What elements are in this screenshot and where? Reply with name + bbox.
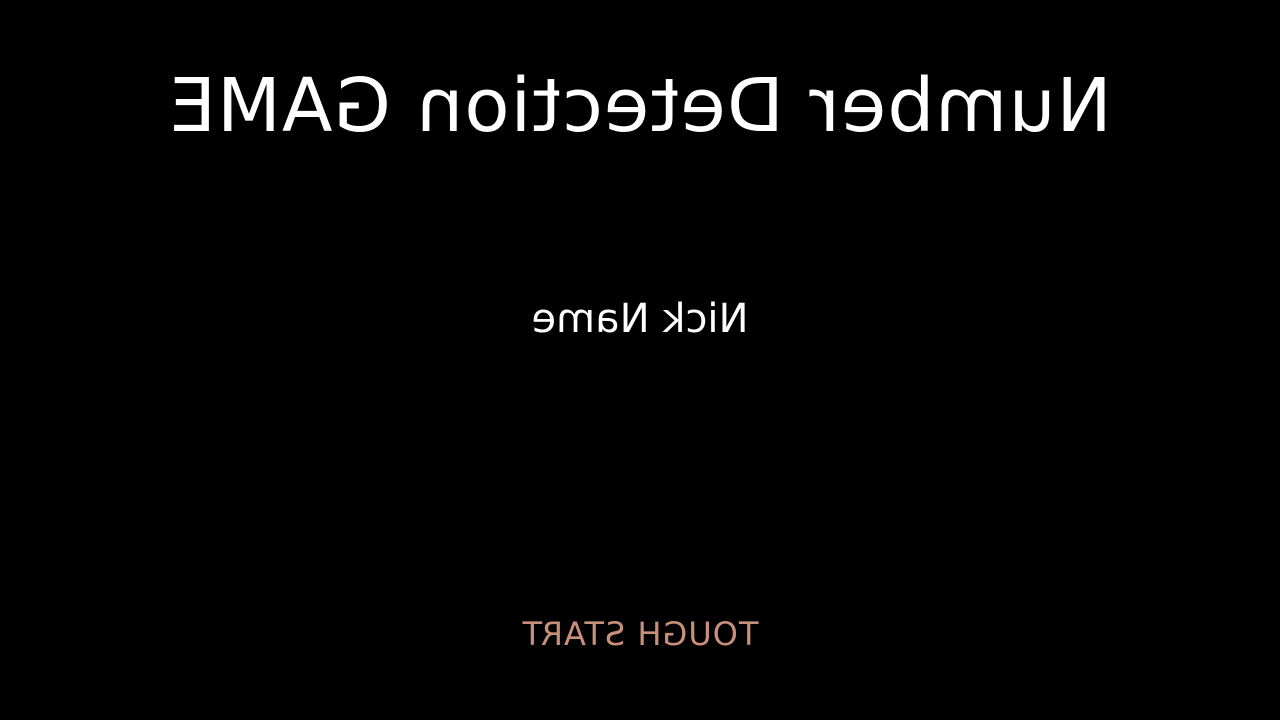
game-title: Number Detection GAME [168,63,1112,149]
touch-start-button[interactable]: TOUGH START [0,612,1280,656]
game-title-screen: Number Detection GAME Nick Name TOUGH ST… [0,0,1280,720]
nickname-input[interactable]: Nick Name [0,292,1280,346]
